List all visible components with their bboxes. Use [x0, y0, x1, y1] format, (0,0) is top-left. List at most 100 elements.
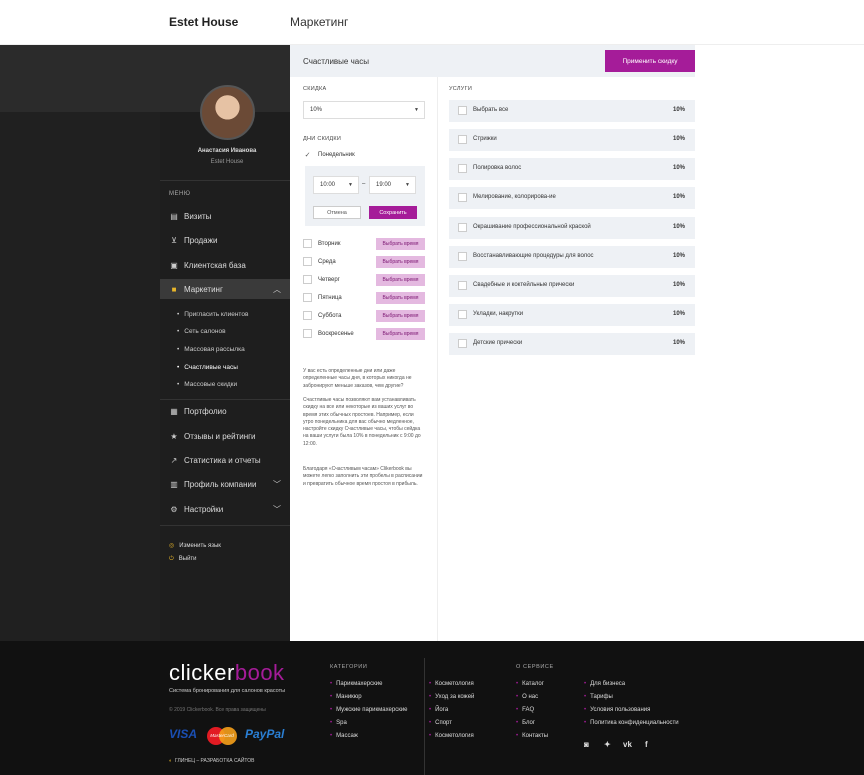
- pick-time-button[interactable]: Выбрать время: [376, 274, 425, 286]
- day-checkbox[interactable]: [303, 329, 312, 338]
- footer-link[interactable]: Уход за кожей: [429, 694, 474, 700]
- pick-time-button[interactable]: Выбрать время: [376, 292, 425, 304]
- panel-title: Счастливые часы: [303, 57, 369, 66]
- apply-discount-button[interactable]: Применить скидку: [605, 50, 695, 72]
- sidebar-item-company-profile[interactable]: ▥ Профиль компании ﹀: [160, 474, 290, 494]
- footer-link[interactable]: Косметология: [429, 733, 474, 739]
- twitter-icon[interactable]: ✦: [604, 740, 611, 749]
- sidebar-item-clients[interactable]: ▣ Клиентская база: [160, 255, 290, 275]
- footer-link[interactable]: Каталог: [516, 681, 544, 687]
- day-checkbox[interactable]: [303, 275, 312, 284]
- pick-time-button[interactable]: Выбрать время: [376, 328, 425, 340]
- sidebar-item-settings[interactable]: ⚙ Настройки ﹀: [160, 499, 290, 519]
- day-checkbox[interactable]: [303, 311, 312, 320]
- footer-link[interactable]: Спорт: [429, 720, 452, 726]
- globe-icon: ◎: [169, 543, 175, 549]
- day-checkbox[interactable]: [303, 293, 312, 302]
- footer-link[interactable]: Блог: [516, 720, 535, 726]
- services-label: УСЛУГИ: [449, 86, 473, 92]
- change-language-link[interactable]: ◎ Изменить язык: [169, 542, 221, 549]
- service-checkbox[interactable]: [458, 223, 467, 232]
- service-row[interactable]: Укладки, накрутки 10%: [449, 304, 695, 326]
- day-label: Суббота: [318, 313, 342, 319]
- footer-link[interactable]: Условия пользования: [584, 707, 650, 713]
- chart-icon: ↗: [170, 455, 178, 465]
- footer-link[interactable]: Spa: [330, 720, 347, 726]
- right-backdrop: [695, 45, 864, 641]
- monday-checkbox[interactable]: ✓: [303, 151, 312, 160]
- service-checkbox[interactable]: [458, 135, 467, 144]
- categories-heading: КАТЕГОРИИ: [330, 664, 368, 670]
- service-row[interactable]: Детские прически 10%: [449, 333, 695, 355]
- visa-logo: VISA: [169, 727, 198, 741]
- footer-link[interactable]: Маникюр: [330, 694, 362, 700]
- service-row[interactable]: Стрижки 10%: [449, 129, 695, 151]
- instagram-icon[interactable]: ◙: [584, 740, 589, 749]
- footer-link[interactable]: Политика конфиденциальности: [584, 720, 679, 726]
- footer-link[interactable]: Тарифы: [584, 694, 613, 700]
- cart-icon: ⊻: [171, 235, 177, 245]
- service-row[interactable]: Окрашивание профессиональной краской 10%: [449, 217, 695, 239]
- footer-link[interactable]: Массаж: [330, 733, 358, 739]
- service-checkbox[interactable]: [458, 281, 467, 290]
- cancel-button[interactable]: Отмена: [313, 206, 361, 219]
- sidebar-item-reviews[interactable]: ★ Отзывы и рейтинги: [160, 426, 290, 446]
- day-label: Воскресенье: [318, 331, 354, 337]
- service-checkbox[interactable]: [458, 164, 467, 173]
- discount-select[interactable]: 10% ▼: [303, 101, 425, 119]
- brand-name: Estet House: [169, 15, 239, 29]
- avatar[interactable]: [200, 85, 255, 140]
- footer-logo[interactable]: clickerbook: [169, 660, 285, 686]
- info-text: У вас есть определенные дни или даже опр…: [303, 368, 412, 389]
- footer-link[interactable]: О нас: [516, 694, 538, 700]
- footer-link[interactable]: Косметология: [429, 681, 474, 687]
- info-text: Счастливые часы позволяют вам устанавлив…: [303, 397, 421, 447]
- service-row[interactable]: Выбрать все 10%: [449, 100, 695, 122]
- footer-link[interactable]: FAQ: [516, 707, 534, 713]
- footer-link[interactable]: Йога: [429, 707, 448, 713]
- footer-link[interactable]: Для бизнеса: [584, 681, 625, 687]
- service-row[interactable]: Восстанавливающие процедуры для волос 10…: [449, 246, 695, 268]
- service-row[interactable]: Полировка волос 10%: [449, 158, 695, 180]
- sidebar-item-portfolio[interactable]: ▦ Портфолио: [160, 401, 290, 421]
- menu-title: МЕНЮ: [169, 191, 191, 197]
- footer-link[interactable]: Мужские парикмахерские: [330, 707, 407, 713]
- pick-time-button[interactable]: Выбрать время: [376, 256, 425, 268]
- service-row[interactable]: Свадебные и коктейльные прически 10%: [449, 275, 695, 297]
- sidebar-item-stats[interactable]: ↗ Статистика и отчеты: [160, 450, 290, 470]
- service-checkbox[interactable]: [458, 106, 467, 115]
- submenu-mass-discounts[interactable]: Массовые скидки: [177, 381, 237, 388]
- submenu-mailing[interactable]: Массовая рассылка: [177, 346, 244, 353]
- submenu-invite[interactable]: Пригласить клиентов: [177, 311, 248, 318]
- service-row[interactable]: Мелирование, колорирова-ие 10%: [449, 187, 695, 209]
- gallery-icon: ▦: [170, 406, 178, 416]
- sidebar: Анастасия Иванова Estet House МЕНЮ ▤ Визи…: [160, 45, 290, 641]
- vk-icon[interactable]: vk: [623, 740, 632, 749]
- monday-label: Понедельник: [318, 152, 355, 158]
- settings-column: [290, 77, 438, 641]
- footer-link[interactable]: Контакты: [516, 733, 548, 739]
- sidebar-item-marketing[interactable]: ■ Маркетинг ︿: [160, 279, 290, 299]
- sidebar-item-sales[interactable]: ⊻ Продажи: [160, 230, 290, 250]
- submenu-network[interactable]: Сеть салонов: [177, 328, 225, 335]
- save-button[interactable]: Сохранить: [369, 206, 417, 219]
- pick-time-button[interactable]: Выбрать время: [376, 238, 425, 250]
- info-text: Благодаря «Счастливым часам» Clikerbook …: [303, 466, 423, 487]
- logout-link[interactable]: ⏻ Выйти: [169, 556, 197, 563]
- submenu-happy-hours[interactable]: Счастливые часы: [177, 364, 238, 371]
- facebook-icon[interactable]: f: [645, 740, 648, 749]
- service-checkbox[interactable]: [458, 193, 467, 202]
- sidebar-item-visits[interactable]: ▤ Визиты: [160, 206, 290, 226]
- day-checkbox[interactable]: [303, 239, 312, 248]
- mastercard-logo: MasterCard: [207, 727, 237, 745]
- studio-credit[interactable]: ◐ ГЛИНЕЦ – РАЗРАБОТКА САЙТОВ: [169, 758, 254, 764]
- time-from-select[interactable]: 10:00 ▼: [313, 176, 359, 194]
- pick-time-button[interactable]: Выбрать время: [376, 310, 425, 322]
- day-checkbox[interactable]: [303, 257, 312, 266]
- service-checkbox[interactable]: [458, 252, 467, 261]
- footer-link[interactable]: Парикмахерские: [330, 681, 382, 687]
- service-checkbox[interactable]: [458, 310, 467, 319]
- divider: [160, 399, 290, 400]
- time-to-select[interactable]: 19:00 ▼: [369, 176, 416, 194]
- service-checkbox[interactable]: [458, 339, 467, 348]
